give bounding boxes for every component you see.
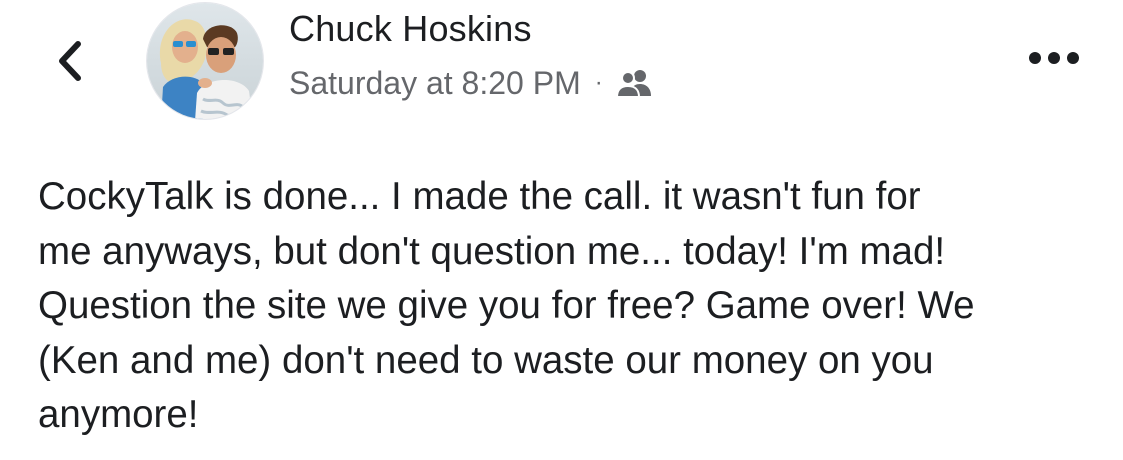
post-meta: Saturday at 8:20 PM · — [289, 63, 653, 103]
author-name[interactable]: Chuck Hoskins — [289, 8, 532, 50]
profile-photo — [147, 3, 263, 119]
post-text-line: me anyways, but don't question me... tod… — [38, 229, 946, 273]
post-text-line: Question the site we give you for free? … — [38, 284, 975, 327]
meta-separator: · — [594, 69, 603, 96]
post-text-line: CockyTalk is done... I made the call. it… — [38, 175, 921, 218]
back-button[interactable] — [48, 34, 92, 88]
chevron-left-icon — [59, 41, 81, 81]
avatar[interactable] — [146, 2, 264, 120]
post-body: CockyTalk is done... I made the call. it… — [38, 170, 1108, 443]
more-horizontal-icon — [1029, 52, 1079, 64]
post-text-line: (Ken and me) don't need to waste our mon… — [38, 338, 934, 382]
post-timestamp[interactable]: Saturday at 8:20 PM — [289, 65, 581, 102]
post-text-line: anymore! — [38, 393, 199, 436]
friends-icon[interactable] — [615, 68, 653, 98]
more-options-button[interactable] — [1026, 40, 1082, 76]
